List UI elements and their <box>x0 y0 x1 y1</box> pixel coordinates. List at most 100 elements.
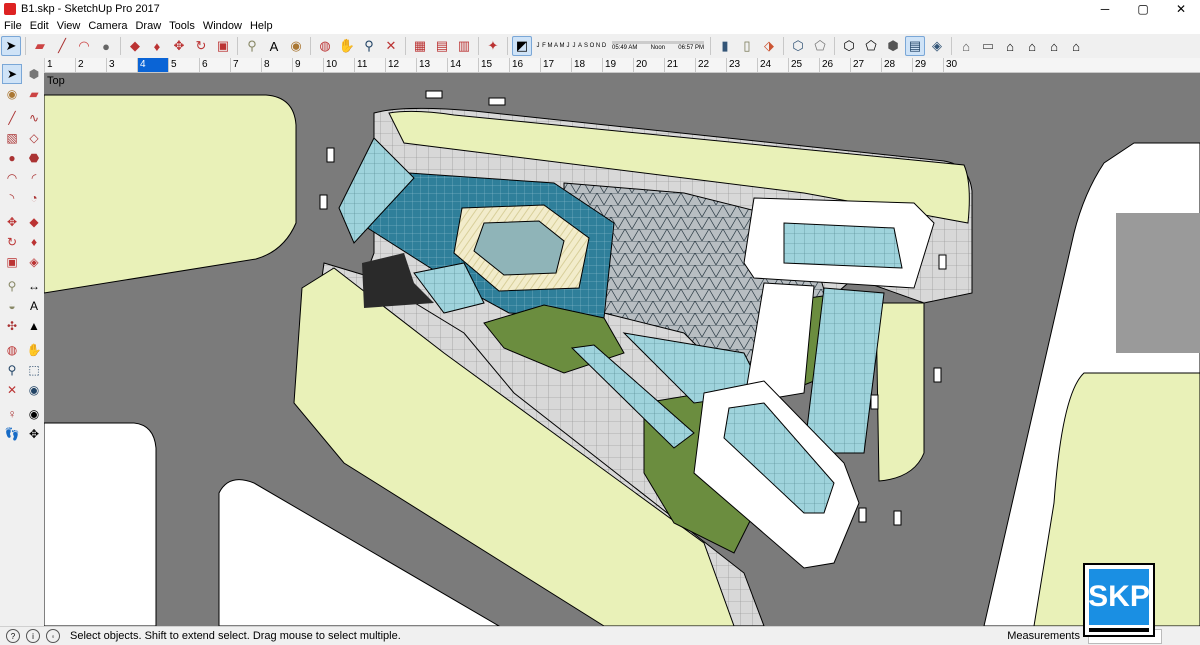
zoom-icon[interactable]: ⚲ <box>359 36 379 56</box>
protractor-icon[interactable]: ◒ <box>2 296 22 316</box>
left-view-icon[interactable]: ⌂ <box>1066 36 1086 56</box>
rectangle-tool-icon[interactable]: ▧ <box>2 128 22 148</box>
extension-warehouse-icon[interactable]: ▥ <box>454 36 474 56</box>
walk-icon[interactable]: 👣 <box>2 424 22 444</box>
eraser-icon[interactable]: ▰ <box>30 36 50 56</box>
polygon-tool-icon[interactable]: ⬣ <box>24 148 44 168</box>
scene-tab[interactable]: 3 <box>106 58 137 72</box>
scene-tab[interactable]: 12 <box>385 58 416 72</box>
shape-tool-icon[interactable]: ● <box>96 36 116 56</box>
close-button[interactable]: ✕ <box>1162 0 1200 18</box>
make-component-icon[interactable]: ⬢ <box>24 64 44 84</box>
rotated-rectangle-icon[interactable]: ◇ <box>24 128 44 148</box>
pan-icon[interactable]: ✋ <box>24 340 44 360</box>
top-view-icon[interactable]: ▭ <box>978 36 998 56</box>
scene-tab[interactable]: 28 <box>881 58 912 72</box>
scene-tab[interactable]: 7 <box>230 58 261 72</box>
shadow-time-slider[interactable]: 05:49 AM Noon 06:57 PM <box>612 41 704 51</box>
move-icon[interactable]: ✥ <box>2 212 22 232</box>
scene-tab[interactable]: 20 <box>633 58 664 72</box>
menu-window[interactable]: Window <box>199 20 246 32</box>
geolocation-icon[interactable]: ? <box>6 629 20 643</box>
dimension-icon[interactable]: ↔ <box>24 276 44 296</box>
scene-tab[interactable]: 24 <box>757 58 788 72</box>
previous-view-icon[interactable]: ◉ <box>24 380 44 400</box>
section-plane-icon[interactable]: ✥ <box>24 424 44 444</box>
scene-tab[interactable]: 18 <box>571 58 602 72</box>
circle-tool-icon[interactable]: ● <box>2 148 22 168</box>
scene-tab[interactable]: 19 <box>602 58 633 72</box>
select-tool-icon[interactable]: ➤ <box>2 64 22 84</box>
warehouse-icon[interactable]: ▦ <box>410 36 430 56</box>
scene-tab[interactable]: 14 <box>447 58 478 72</box>
tape-measure-icon[interactable]: ⚲ <box>242 36 262 56</box>
scene-tab[interactable]: 10 <box>323 58 354 72</box>
rotate-icon[interactable]: ↻ <box>2 232 22 252</box>
rotate-icon[interactable]: ↻ <box>191 36 211 56</box>
scene-tab[interactable]: 29 <box>912 58 943 72</box>
two-point-arc-icon[interactable]: ◜ <box>24 168 44 188</box>
scene-tab[interactable]: 8 <box>261 58 292 72</box>
shadows-toggle-icon[interactable]: ◩ <box>512 36 532 56</box>
position-camera-icon[interactable]: ♀ <box>2 404 22 424</box>
scene-tab[interactable]: 17 <box>540 58 571 72</box>
line-tool-icon[interactable]: ╱ <box>52 36 72 56</box>
shaded-textures-style-icon[interactable]: ▤ <box>905 36 925 56</box>
iso-view-icon[interactable]: ⌂ <box>956 36 976 56</box>
offset-icon[interactable]: ◈ <box>24 252 44 272</box>
scene-tab[interactable]: 27 <box>850 58 881 72</box>
minimize-button[interactable]: ─ <box>1086 0 1124 18</box>
tape-measure-icon[interactable]: ⚲ <box>2 276 22 296</box>
shaded-style-icon[interactable]: ⬢ <box>883 36 903 56</box>
wireframe-style-icon[interactable]: ⬡ <box>839 36 859 56</box>
line-tool-icon[interactable]: ╱ <box>2 108 22 128</box>
arc-tool-icon[interactable]: ◠ <box>74 36 94 56</box>
section-fill-icon[interactable]: ⬗ <box>759 36 779 56</box>
model-viewport[interactable]: Top <box>44 73 1200 626</box>
push-pull-icon[interactable]: ◆ <box>125 36 145 56</box>
section-plane-icon[interactable]: ▮ <box>715 36 735 56</box>
follow-me-icon[interactable]: ♦ <box>24 232 44 252</box>
scale-icon[interactable]: ▣ <box>2 252 22 272</box>
extension-icon[interactable]: ✦ <box>483 36 503 56</box>
menu-view[interactable]: View <box>53 20 85 32</box>
menu-draw[interactable]: Draw <box>131 20 165 32</box>
site-plan-drawing[interactable] <box>44 73 1200 626</box>
scene-tab[interactable]: 6 <box>199 58 230 72</box>
three-point-arc-icon[interactable]: ◝ <box>2 188 22 208</box>
front-view-icon[interactable]: ⌂ <box>1000 36 1020 56</box>
eraser-icon[interactable]: ▰ <box>24 84 44 104</box>
axes-icon[interactable]: ✣ <box>2 316 22 336</box>
scene-tab[interactable]: 4 <box>137 58 168 72</box>
orbit-icon[interactable]: ◍ <box>315 36 335 56</box>
scene-tab[interactable]: 13 <box>416 58 447 72</box>
3d-text-icon[interactable]: ▲ <box>24 316 44 336</box>
orbit-icon[interactable]: ◍ <box>2 340 22 360</box>
share-model-icon[interactable]: ▤ <box>432 36 452 56</box>
scale-icon[interactable]: ▣ <box>213 36 233 56</box>
zoom-window-icon[interactable]: ⬚ <box>24 360 44 380</box>
scene-tab[interactable]: 25 <box>788 58 819 72</box>
info-icon[interactable]: i <box>26 629 40 643</box>
text-tool-icon[interactable]: A <box>264 36 284 56</box>
follow-me-icon[interactable]: ♦ <box>147 36 167 56</box>
xray-style-icon[interactable]: ⬡ <box>788 36 808 56</box>
scene-tab[interactable]: 30 <box>943 58 974 72</box>
freehand-tool-icon[interactable]: ∿ <box>24 108 44 128</box>
menu-edit[interactable]: Edit <box>26 20 53 32</box>
time-slider-track[interactable] <box>612 41 704 44</box>
hidden-line-style-icon[interactable]: ⬠ <box>861 36 881 56</box>
scene-tab[interactable]: 15 <box>478 58 509 72</box>
scene-tab[interactable]: 11 <box>354 58 385 72</box>
scene-tab[interactable]: 2 <box>75 58 106 72</box>
menu-camera[interactable]: Camera <box>84 20 131 32</box>
scene-tab[interactable]: 9 <box>292 58 323 72</box>
zoom-icon[interactable]: ⚲ <box>2 360 22 380</box>
menu-help[interactable]: Help <box>246 20 277 32</box>
text-tool-icon[interactable]: A <box>24 296 44 316</box>
move-icon[interactable]: ✥ <box>169 36 189 56</box>
pie-tool-icon[interactable]: ◔ <box>24 188 44 208</box>
back-view-icon[interactable]: ⌂ <box>1044 36 1064 56</box>
scene-tab[interactable]: 22 <box>695 58 726 72</box>
monochrome-style-icon[interactable]: ◈ <box>927 36 947 56</box>
